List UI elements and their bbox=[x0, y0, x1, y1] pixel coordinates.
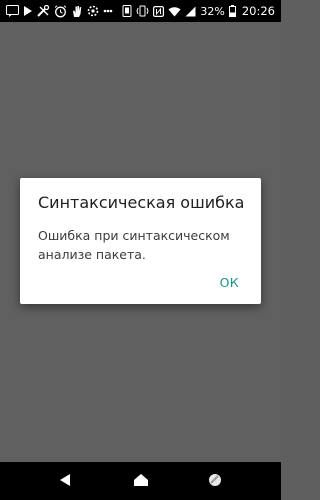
status-time: 20:26 bbox=[241, 4, 275, 18]
battery-percent: 32% bbox=[200, 4, 225, 18]
status-bar-left bbox=[6, 4, 113, 18]
error-dialog: Синтаксическая ошибка Ошибка при синтакс… bbox=[20, 178, 261, 304]
back-button[interactable] bbox=[55, 471, 75, 491]
back-icon bbox=[59, 472, 71, 491]
tools-icon bbox=[37, 4, 50, 18]
notification-icon bbox=[6, 4, 19, 18]
more-icon bbox=[103, 4, 113, 18]
play-icon bbox=[23, 4, 33, 18]
vibrate-icon bbox=[136, 4, 149, 18]
recents-button[interactable] bbox=[205, 471, 225, 491]
ok-button[interactable]: ОК bbox=[220, 275, 239, 290]
dialog-title: Синтаксическая ошибка bbox=[38, 193, 245, 212]
home-icon bbox=[133, 472, 149, 491]
recents-icon bbox=[208, 472, 222, 491]
home-button[interactable] bbox=[131, 471, 151, 491]
wifi-icon bbox=[168, 4, 181, 18]
status-bar: 32% 20:26 bbox=[0, 0, 281, 22]
settings-icon bbox=[87, 4, 99, 18]
hand-icon bbox=[71, 4, 83, 18]
navigation-bar bbox=[0, 462, 281, 500]
status-bar-right: 32% 20:26 bbox=[122, 4, 275, 18]
screen-icon bbox=[122, 4, 132, 18]
battery-icon bbox=[228, 4, 236, 18]
nfc-icon bbox=[153, 4, 165, 18]
dialog-message: Ошибка при синтаксическом анализе пакета… bbox=[38, 228, 230, 262]
alarm-icon bbox=[54, 4, 67, 18]
signal-icon bbox=[185, 4, 196, 18]
